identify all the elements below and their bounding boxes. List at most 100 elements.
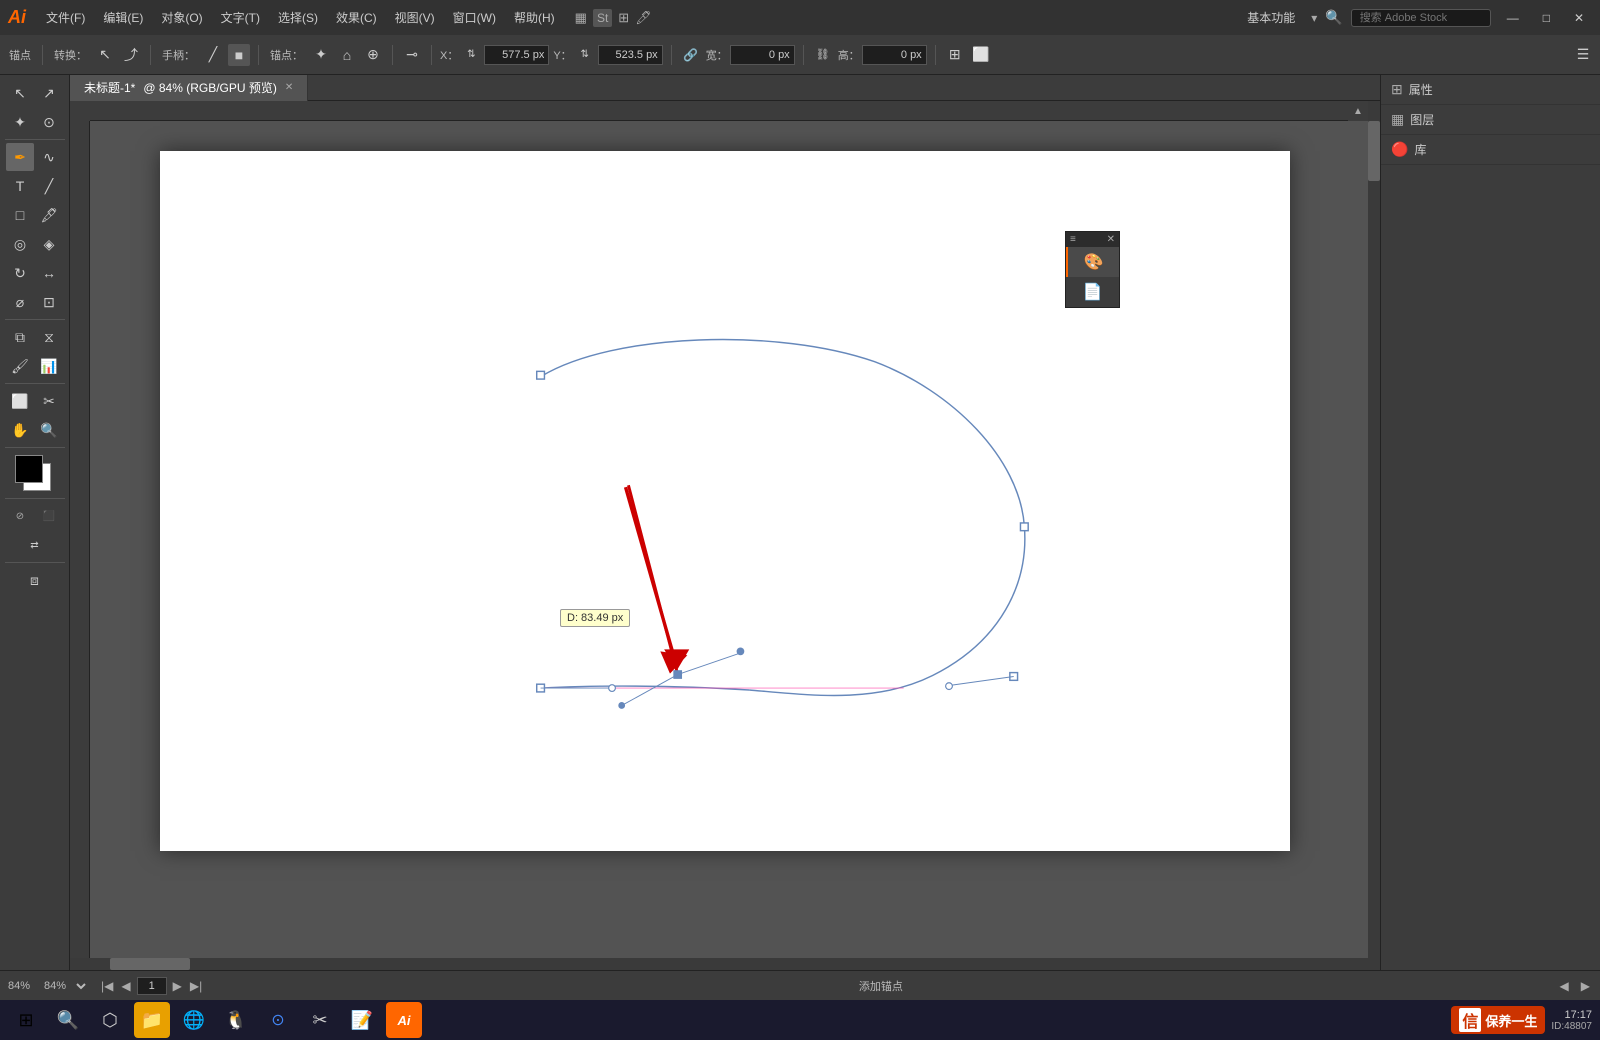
menu-text[interactable]: 文字(T) — [213, 5, 268, 30]
w-value-input[interactable] — [730, 45, 795, 65]
eraser-tool[interactable]: ◈ — [35, 230, 63, 258]
x-value-input[interactable] — [484, 45, 549, 65]
more-icon[interactable]: ☰ — [1572, 44, 1594, 66]
menu-select[interactable]: 选择(S) — [270, 5, 326, 30]
taskbar-browser[interactable]: 🌐 — [176, 1002, 212, 1038]
magic-wand-tool[interactable]: ✦ — [6, 108, 34, 136]
workspace-label[interactable]: 基本功能 — [1239, 5, 1303, 30]
tab-close-button[interactable]: ✕ — [285, 82, 293, 93]
canvas-wrapper[interactable]: D: 83.49 px ▲ ≡ ✕ 🎨 📄 — [70, 101, 1380, 970]
stock-search-input[interactable] — [1351, 9, 1491, 27]
next-page-button[interactable]: ▶ — [171, 979, 184, 993]
color-boxes[interactable] — [15, 455, 55, 495]
rotate-tool[interactable]: ↻ — [6, 259, 34, 287]
perspective-tool[interactable]: ⧖ — [35, 323, 63, 351]
zoom-select[interactable]: 84% 100% 50% — [40, 979, 89, 993]
menu-file[interactable]: 文件(F) — [38, 5, 93, 30]
toolbar-icon-1[interactable]: ▦ — [575, 10, 587, 26]
rect-tool[interactable]: □ — [6, 201, 34, 229]
workspace-chevron[interactable]: ▾ — [1311, 11, 1317, 25]
library-panel-tab[interactable]: 🔴 库 — [1381, 135, 1600, 165]
first-page-button[interactable]: |◀ — [99, 979, 115, 993]
align-icon[interactable]: ⊞ — [944, 44, 966, 66]
menu-object[interactable]: 对象(O) — [153, 5, 210, 30]
scale-tool[interactable]: ↔ — [35, 259, 63, 287]
handle-tool-2[interactable]: ■ — [228, 44, 250, 66]
paint-tool[interactable]: 🖌 — [6, 352, 34, 380]
link-icon[interactable]: 🔗 — [680, 44, 702, 66]
shape-builder-tool[interactable]: ⧉ — [6, 323, 34, 351]
menu-view[interactable]: 视图(V) — [387, 5, 443, 30]
artboard-tool[interactable]: ⬜ — [6, 387, 34, 415]
chain-icon[interactable]: ⛓ — [812, 44, 834, 66]
status-nav-left[interactable]: ◀ — [1558, 979, 1571, 993]
convert-tool-2[interactable]: ⤴ — [120, 44, 142, 66]
toolbar-icon-st[interactable]: St — [593, 9, 612, 27]
taskbar-task-view[interactable]: ⬡ — [92, 1002, 128, 1038]
taskbar-windows-icon[interactable]: ⊞ — [8, 1002, 44, 1038]
artboard[interactable] — [160, 151, 1290, 851]
arrange-tool[interactable]: ⧈ — [21, 566, 49, 594]
menu-effect[interactable]: 效果(C) — [328, 5, 385, 30]
slice-tool[interactable]: ✂ — [35, 387, 63, 415]
select-tool[interactable]: ↖ — [6, 79, 34, 107]
pen-tool[interactable]: ✒ — [6, 143, 34, 171]
taskbar-snipping[interactable]: ✂ — [302, 1002, 338, 1038]
anchor-tool-1[interactable]: ✦ — [310, 44, 332, 66]
x-adjust-icon[interactable]: ⇅ — [460, 44, 482, 66]
foreground-color-box[interactable] — [15, 455, 43, 483]
anchor-tool-3[interactable]: ⊕ — [362, 44, 384, 66]
blob-brush-tool[interactable]: ◎ — [6, 230, 34, 258]
lasso-tool[interactable]: ⊙ — [35, 108, 63, 136]
taskbar-file-explorer[interactable]: 📁 — [134, 1002, 170, 1038]
horizontal-scroll-thumb[interactable] — [110, 958, 190, 970]
free-transform-tool[interactable]: ⊡ — [35, 288, 63, 316]
status-nav-right[interactable]: ▶ — [1579, 979, 1592, 993]
mini-panel-expand-icon[interactable]: ≡ — [1070, 234, 1076, 245]
warp-tool[interactable]: ⌀ — [6, 288, 34, 316]
mini-panel-doc-btn[interactable]: 📄 — [1066, 277, 1119, 307]
search-icon[interactable]: 🔍 — [1325, 9, 1342, 26]
h-value-input[interactable] — [862, 45, 927, 65]
horizontal-scrollbar[interactable] — [70, 958, 1380, 970]
mini-panel-color-btn[interactable]: 🎨 — [1066, 247, 1119, 277]
line-tool[interactable]: ╱ — [35, 172, 63, 200]
hand-tool[interactable]: ✋ — [6, 416, 34, 444]
taskbar-search-icon[interactable]: 🔍 — [50, 1002, 86, 1038]
taskbar-chrome[interactable]: ⊙ — [260, 1002, 296, 1038]
anchor-tool-4[interactable]: ⊸ — [401, 44, 423, 66]
close-button[interactable]: ✕ — [1566, 7, 1592, 29]
menu-window[interactable]: 窗口(W) — [445, 5, 504, 30]
toolbar-icon-grid[interactable]: ⊞ — [618, 10, 629, 26]
curvature-tool[interactable]: ∿ — [35, 143, 63, 171]
taskbar-notes[interactable]: 📝 — [344, 1002, 380, 1038]
menu-edit[interactable]: 编辑(E) — [95, 5, 151, 30]
menu-help[interactable]: 帮助(H) — [506, 5, 563, 30]
last-page-button[interactable]: ▶| — [188, 979, 204, 993]
prev-page-button[interactable]: ◀ — [119, 979, 132, 993]
mini-panel-close-icon[interactable]: ✕ — [1107, 234, 1115, 245]
eyedropper-tool[interactable]: 🖋 — [35, 201, 63, 229]
y-adjust-icon[interactable]: ⇅ — [574, 44, 596, 66]
taskbar-qq[interactable]: 🐧 — [218, 1002, 254, 1038]
transform-icon[interactable]: ⬜ — [970, 44, 992, 66]
color-swap-icon[interactable]: ⇄ — [21, 531, 49, 559]
collapse-panel-button[interactable]: ▲ — [1348, 101, 1368, 121]
type-tool[interactable]: T — [6, 172, 34, 200]
zoom-tool[interactable]: 🔍 — [35, 416, 63, 444]
toolbar-icon-pen[interactable]: 🖊 — [635, 10, 652, 26]
y-value-input[interactable] — [598, 45, 663, 65]
vertical-scroll-thumb[interactable] — [1368, 121, 1380, 181]
document-tab[interactable]: 未标题-1* @ 84% (RGB/GPU 预览) ✕ — [70, 75, 308, 101]
anchor-tool-2[interactable]: ⌂ — [336, 44, 358, 66]
layers-panel-tab[interactable]: ▦ 图层 — [1381, 105, 1600, 135]
fill-none-icon[interactable]: ⊘ — [6, 502, 34, 530]
convert-tool-1[interactable]: ↖ — [94, 44, 116, 66]
properties-panel-tab[interactable]: ⊞ 属性 — [1381, 75, 1600, 105]
chart-tool[interactable]: 📊 — [35, 352, 63, 380]
page-number-input[interactable] — [137, 977, 167, 995]
maximize-button[interactable]: □ — [1535, 7, 1558, 29]
vertical-scrollbar[interactable] — [1368, 101, 1380, 970]
direct-select-tool[interactable]: ↗ — [35, 79, 63, 107]
taskbar-ai[interactable]: Ai — [386, 1002, 422, 1038]
